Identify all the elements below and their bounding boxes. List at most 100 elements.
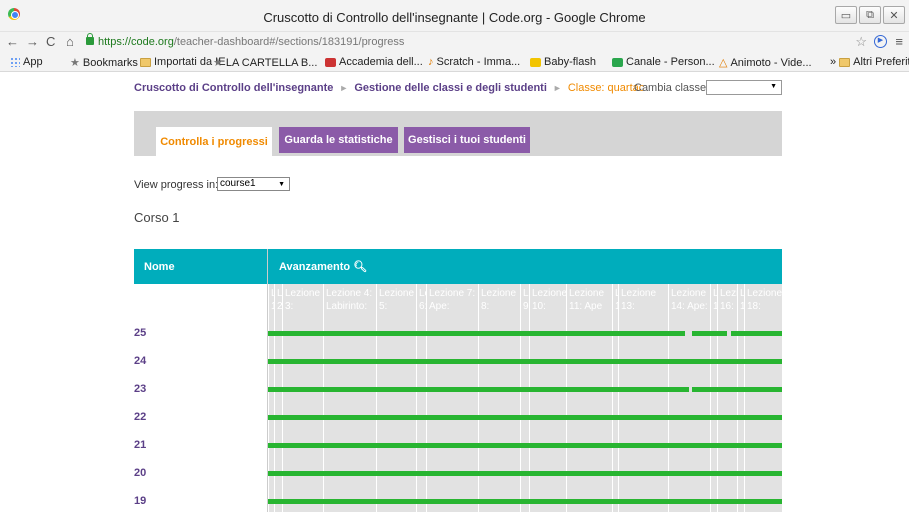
progress-bar[interactable]: [268, 499, 782, 504]
incomplete-marker: [685, 331, 692, 336]
reload-icon[interactable]: C: [46, 34, 55, 49]
breadcrumb: Cruscotto di Controllo dell'insegnante ►…: [134, 82, 644, 94]
bookmark-label: Animoto - Vide...: [730, 56, 812, 69]
bookmark-item[interactable]: App: [10, 56, 43, 68]
breadcrumb-separator-icon: ►: [339, 83, 349, 93]
student-name[interactable]: 24: [134, 355, 146, 367]
tab-statistics[interactable]: Guarda le statistiche: [279, 127, 398, 153]
lessons-grid: L1:L2:Lezione3:Lezione 4:Labirinto:Lezio…: [268, 284, 782, 512]
lesson-column: Lezione 11: Ape: [566, 284, 612, 512]
bookmark-label: App: [23, 56, 43, 68]
student-name[interactable]: 25: [134, 327, 146, 339]
more-bookmarks-icon[interactable]: »: [830, 56, 836, 68]
incomplete-marker: [689, 387, 692, 392]
lesson-header[interactable]: Lezione 18:: [745, 284, 782, 319]
progress-bar[interactable]: [268, 331, 782, 336]
address-bar: ← → C ⌂ https://code.org/teacher-dashboa…: [0, 32, 909, 52]
bookmark-label: Canale - Person...: [626, 56, 715, 68]
lesson-header[interactable]: Lezione 13:: [619, 284, 669, 319]
lesson-column: Lezione 3:: [282, 284, 323, 512]
incomplete-marker: [727, 331, 731, 336]
bookmark-label: Bookmarks: [82, 56, 138, 69]
folder-icon: [140, 57, 151, 67]
lesson-column: L1:: [737, 284, 745, 512]
scratch-icon: ♪: [428, 56, 434, 68]
progress-bar[interactable]: [268, 387, 782, 392]
zoom-icon[interactable]: 🔍︎: [353, 260, 367, 273]
student-name[interactable]: 20: [134, 467, 146, 479]
student-name[interactable]: 21: [134, 439, 146, 451]
bookmark-label: Accademia dell...: [339, 56, 423, 68]
view-progress-label: View progress in:: [134, 179, 219, 191]
lock-icon: [86, 33, 94, 45]
breadcrumb-dashboard-link[interactable]: Cruscotto di Controllo dell'insegnante: [134, 82, 333, 94]
lesson-column: Lezione 14: Ape:: [668, 284, 710, 512]
lesson-header[interactable]: Lezi 16:: [718, 284, 738, 319]
red-site-icon: [325, 57, 336, 67]
page-content: Cruscotto di Controllo dell'insegnante ►…: [0, 73, 909, 512]
forward-icon[interactable]: →: [26, 34, 39, 49]
bookmarks-bar: App ★ Bookmarks Importati da IE ★ LA CARTELLA…: [0, 52, 909, 72]
progress-bar[interactable]: [268, 415, 782, 420]
lesson-header[interactable]: Lezione 10:: [530, 284, 567, 319]
progress-bar[interactable]: [268, 359, 782, 364]
apps-icon: [10, 57, 20, 67]
lesson-header[interactable]: Lezione 7: Ape:: [427, 284, 479, 319]
progress-header-label: Avanzamento: [279, 260, 351, 273]
switch-class-select[interactable]: [706, 80, 782, 95]
bookmark-star-icon[interactable]: ☆: [855, 34, 867, 50]
view-progress-select[interactable]: course1: [217, 177, 290, 191]
bookmark-item[interactable]: » Altri Preferiti: [830, 56, 909, 68]
lesson-column: Lezione 7: Ape:: [426, 284, 478, 512]
student-name[interactable]: 19: [134, 495, 146, 507]
lesson-header[interactable]: Lezione 14: Ape:: [669, 284, 711, 319]
green-site-icon: [612, 57, 623, 67]
bookmark-label: Altri Preferiti: [853, 56, 909, 68]
window-titlebar: Cruscotto di Controllo dell'insegnante |…: [0, 0, 909, 32]
bookmark-item[interactable]: ★ Bookmarks: [70, 56, 138, 70]
bookmark-item[interactable]: △ Animoto - Vide...: [719, 56, 812, 70]
lesson-header[interactable]: Lezione 11: Ape: [567, 284, 613, 319]
progress-table: Nome Avanzamento 🔍︎ L1:L2:Lezione3:Lezio…: [134, 249, 782, 512]
bookmark-item[interactable]: Baby-flash: [530, 56, 596, 68]
minimize-button[interactable]: ▭: [835, 6, 857, 24]
lesson-column: L2:: [274, 284, 283, 512]
lesson-column: Lezi 16:: [717, 284, 738, 512]
tabs-panel: Controlla i progressi Guarda le statisti…: [134, 111, 782, 156]
progress-bar[interactable]: [268, 471, 782, 476]
lesson-header[interactable]: Lezione 3:: [283, 284, 324, 319]
back-icon[interactable]: ←: [6, 34, 19, 49]
student-name[interactable]: 23: [134, 383, 146, 395]
close-button[interactable]: ✕: [883, 6, 905, 24]
lesson-header[interactable]: Lezione 5:: [377, 284, 417, 319]
url-field[interactable]: https://code.org/teacher-dashboard#/sect…: [98, 36, 404, 48]
bookmark-label: Baby-flash: [544, 56, 596, 68]
course-title: Corso 1: [134, 210, 180, 225]
name-column-header[interactable]: Nome: [134, 249, 267, 284]
folder-icon: [839, 57, 851, 67]
student-name[interactable]: 22: [134, 411, 146, 423]
lesson-column: Lezione 8:: [478, 284, 520, 512]
tab-manage-students[interactable]: Gestisci i tuoi studenti: [404, 127, 530, 153]
lesson-column: Lezione 5:: [376, 284, 416, 512]
progress-bar[interactable]: [268, 443, 782, 448]
window-title: Cruscotto di Controllo dell'insegnante |…: [263, 10, 646, 25]
bookmark-item[interactable]: ♪ Scratch - Imma...: [428, 56, 520, 68]
lesson-header[interactable]: Lezione 8:: [479, 284, 521, 319]
bookmark-item[interactable]: ★ LA CARTELLA B...: [213, 56, 317, 70]
lesson-column: Lezione 10:: [529, 284, 567, 512]
tab-progress[interactable]: Controlla i progressi: [156, 127, 272, 156]
lesson-column: Lezione 13:: [618, 284, 668, 512]
breadcrumb-manage-link[interactable]: Gestione delle classi e degli studenti: [354, 82, 547, 94]
star-icon: ★: [70, 57, 80, 69]
extension-play-icon[interactable]: ▶: [874, 35, 887, 48]
bookmark-item[interactable]: Accademia dell...: [325, 56, 423, 68]
bookmark-item[interactable]: Canale - Person...: [612, 56, 715, 68]
breadcrumb-current-class: Classe: quartac: [567, 82, 645, 94]
bookmark-label: Scratch - Imma...: [436, 56, 521, 68]
maximize-button[interactable]: ⧉: [859, 6, 881, 24]
menu-icon[interactable]: ≡: [895, 34, 903, 49]
home-icon[interactable]: ⌂: [66, 34, 74, 49]
window-controls: ▭ ⧉ ✕: [835, 6, 905, 24]
lesson-header[interactable]: Lezione 4: Labirinto:: [324, 284, 377, 319]
